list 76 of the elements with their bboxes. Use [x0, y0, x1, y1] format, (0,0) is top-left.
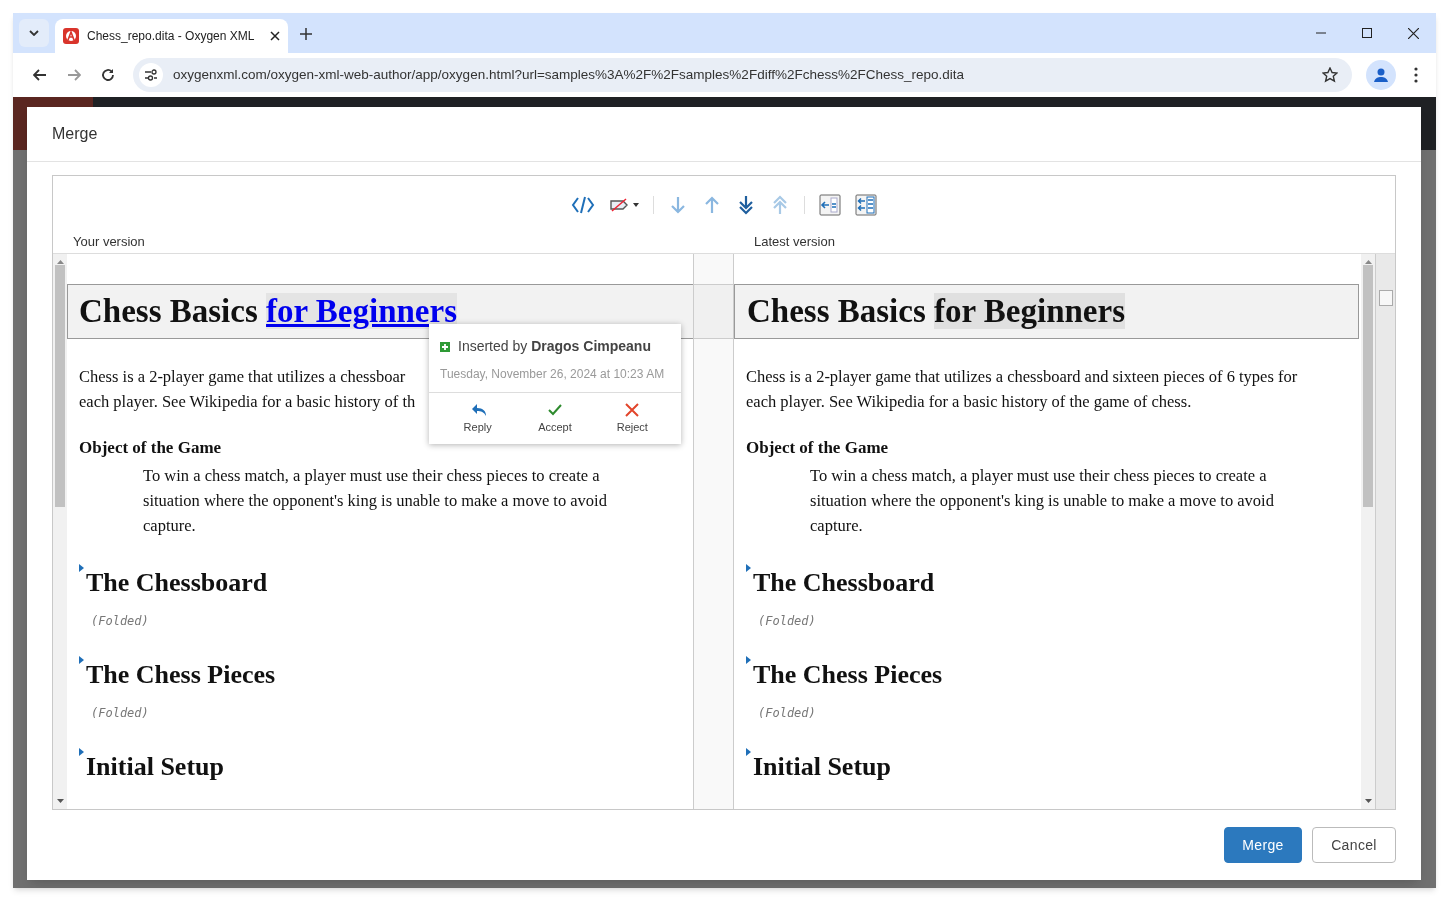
- expand-triangle-icon[interactable]: [746, 747, 751, 756]
- close-icon: [1407, 27, 1419, 39]
- expand-triangle-icon[interactable]: [79, 563, 84, 572]
- chevron-down-icon: [29, 30, 39, 36]
- section-title: The Chessboard: [86, 566, 268, 599]
- expand-triangle-icon[interactable]: [79, 747, 84, 756]
- scrollbar[interactable]: [1361, 254, 1375, 809]
- section-title: Initial Setup: [753, 750, 891, 783]
- cross-icon: [623, 401, 642, 419]
- expand-triangle-icon[interactable]: [746, 655, 751, 664]
- folded-note: (Folded): [758, 704, 816, 722]
- folded-note: (Folded): [758, 612, 816, 630]
- cancel-button[interactable]: Cancel: [1312, 827, 1396, 863]
- profile-avatar-icon[interactable]: [1373, 67, 1389, 83]
- section-title: The Chessboard: [753, 566, 935, 599]
- scrollbar-thumb[interactable]: [55, 265, 65, 507]
- panel-arrows-icon: [855, 194, 877, 216]
- section-title: The Chess Pieces: [753, 658, 943, 691]
- forward-arrow-icon: [67, 69, 81, 81]
- section-text: To win a chess match, a player must use their chess pieces to create a situation where the opponent's king is unable to make a move to avoid capture.: [143, 464, 608, 537]
- tab-title: Chess_repo.dita - Oxygen XML: [87, 28, 256, 45]
- maximize-icon: [1362, 28, 1372, 38]
- scrollbar[interactable]: [53, 254, 67, 809]
- paragraph-line: each player. See Wikipedia for a basic history of th: [79, 391, 416, 413]
- dialog-title: Merge: [52, 124, 98, 144]
- scroll-up-arrow-icon[interactable]: [1364, 260, 1372, 264]
- section-heading: Object of the Game: [79, 437, 222, 459]
- address-bar[interactable]: oxygenxml.com/oxygen-xml-web-author/app/oxygen.html?url=samples%3A%2F%2Fsamples%2Fdiff%2Fchess%2FChess_repo.dita: [133, 58, 1352, 92]
- section-title: Initial Setup: [86, 750, 224, 783]
- more-menu-icon[interactable]: [1414, 67, 1418, 83]
- back-arrow-icon: [33, 69, 47, 81]
- tab-list-button[interactable]: [19, 19, 49, 47]
- paragraph-line: Chess is a 2-player game that utilizes a chessboar: [79, 366, 406, 388]
- section-heading: Object of the Game: [746, 437, 889, 459]
- pane-label: Your version: [72, 233, 146, 251]
- scroll-down-arrow-icon[interactable]: [1364, 799, 1372, 803]
- double-arrow-down-button[interactable]: [736, 195, 756, 215]
- change-author: Inserted by Dragos Cimpeanu: [458, 337, 651, 356]
- star-icon[interactable]: [1322, 67, 1338, 83]
- folded-note: (Folded): [91, 704, 149, 722]
- folded-note: (Folded): [91, 612, 149, 630]
- plus-icon: [440, 341, 450, 352]
- change-date: Tuesday, November 26, 2024 at 10:23 AM: [440, 366, 666, 383]
- panel-arrow-button[interactable]: [819, 194, 841, 216]
- section-text: To win a chess match, a player must use their chess pieces to create a situation where the opponent's king is unable to make a move to avoid capture.: [810, 464, 1275, 537]
- minimize-icon: [1316, 32, 1326, 34]
- panel-arrows-button[interactable]: [855, 194, 877, 216]
- code-icon: [571, 195, 595, 215]
- document-title: Chess Basics for Beginners: [79, 291, 457, 331]
- close-icon[interactable]: [270, 31, 280, 41]
- new-tab-icon[interactable]: [300, 28, 312, 40]
- arrow-down-icon: [668, 195, 688, 215]
- paragraph-line: Chess is a 2-player game that utilizes a chessboard and sixteen pieces of 6 types for: [746, 366, 1298, 388]
- scroll-up-arrow-icon[interactable]: [56, 260, 64, 264]
- document-title: Chess Basics for Beginners: [747, 291, 1125, 331]
- section-title: The Chess Pieces: [86, 658, 276, 691]
- merge-button[interactable]: Merge: [1224, 827, 1302, 863]
- browser-tab[interactable]: Chess_repo.dita - Oxygen XML: [55, 19, 288, 53]
- reply-button[interactable]: Reply: [452, 401, 503, 436]
- accept-button[interactable]: Accept: [530, 401, 580, 436]
- app-logo-icon: [63, 28, 79, 44]
- reload-icon: [101, 68, 115, 82]
- scroll-down-arrow-icon[interactable]: [56, 799, 64, 803]
- code-button[interactable]: [571, 195, 595, 215]
- tag-strikethrough-icon: [609, 195, 629, 215]
- expand-triangle-icon[interactable]: [79, 655, 84, 664]
- tag-strikethrough-button[interactable]: [609, 195, 639, 215]
- reject-button[interactable]: Reject: [607, 401, 658, 436]
- scrollbar-thumb[interactable]: [1363, 265, 1373, 507]
- caret-icon: [633, 203, 639, 207]
- url-text: oxygenxml.com/oxygen-xml-web-author/app/oxygen.html?url=samples%3A%2F%2Fsamples%2Fdiff%2Fchess%2FChess_repo.dita: [173, 65, 965, 84]
- paragraph-line: each player. See Wikipedia for a basic history of the game of chess.: [746, 391, 1192, 413]
- site-settings-icon[interactable]: [144, 69, 158, 81]
- expand-triangle-icon[interactable]: [746, 563, 751, 572]
- double-arrow-down-icon: [736, 195, 756, 215]
- pane-label: Latest version: [753, 233, 836, 251]
